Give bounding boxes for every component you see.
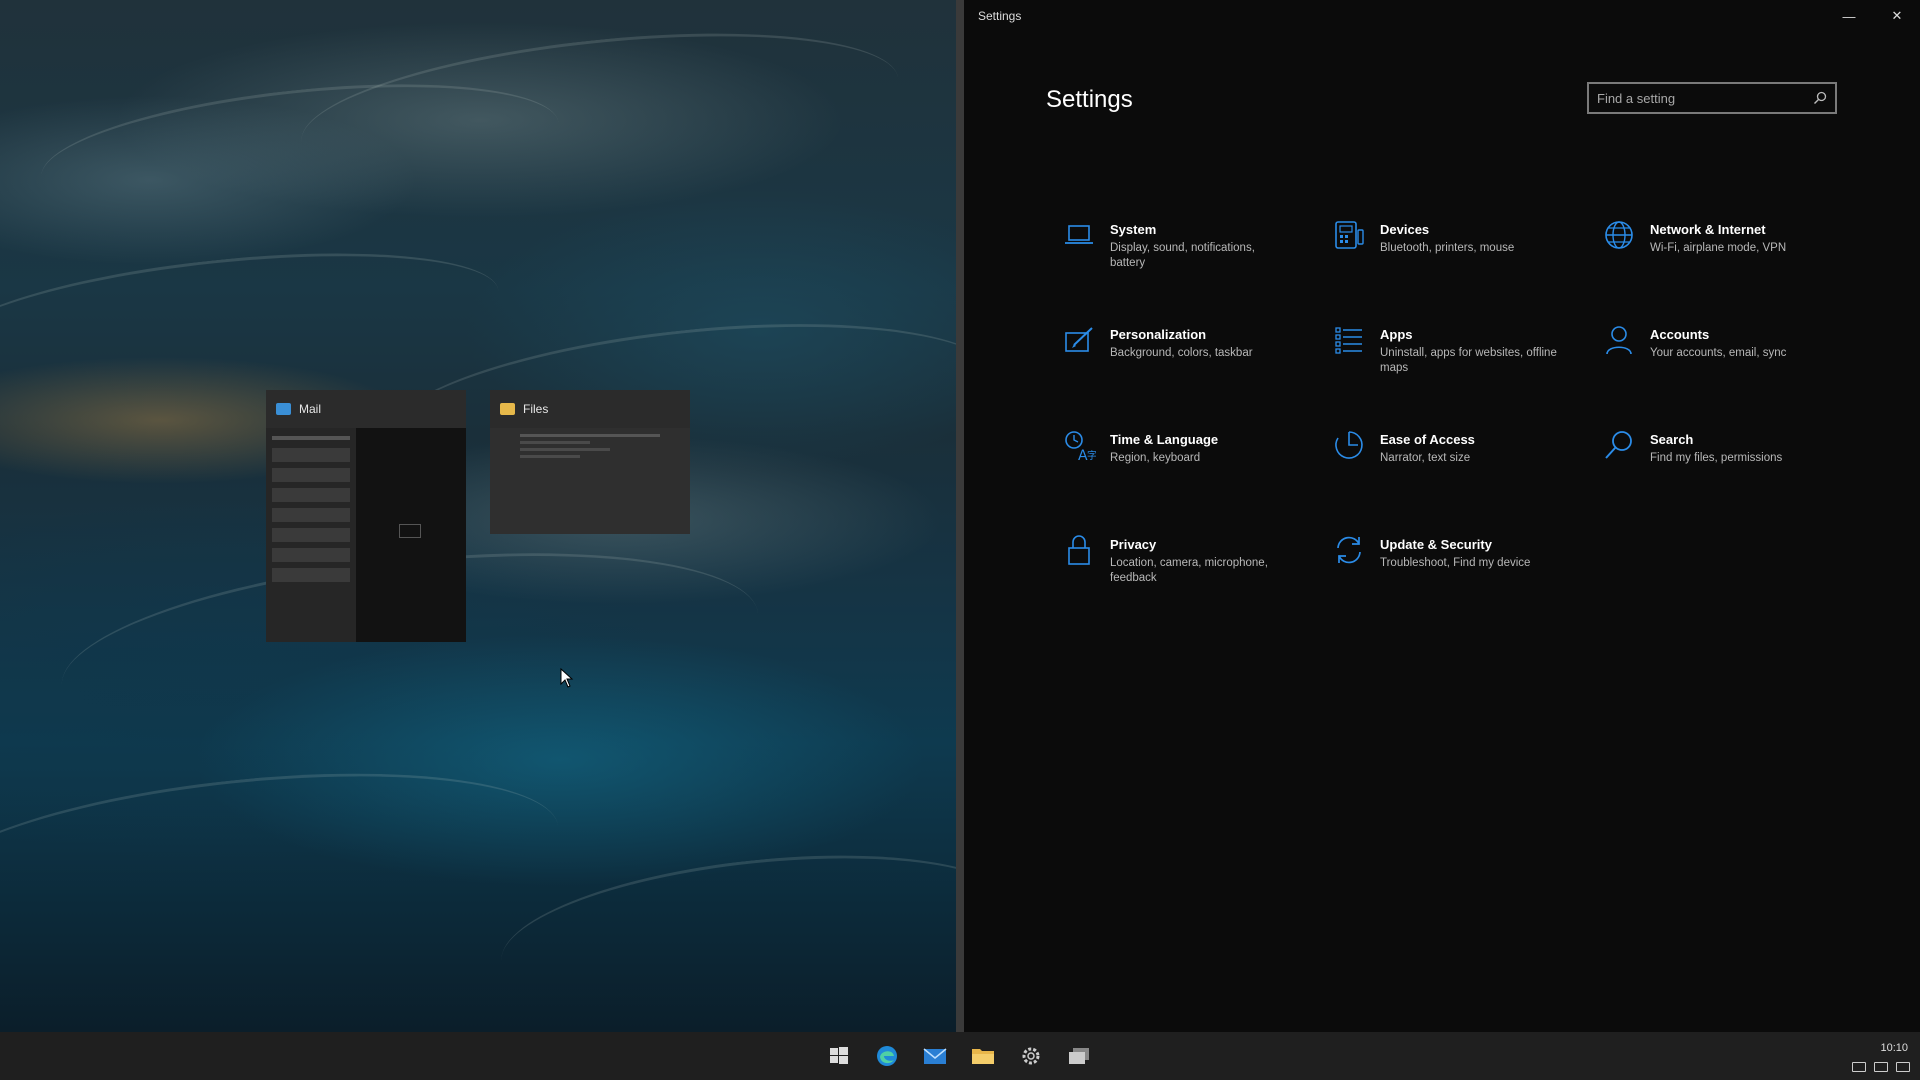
category-devices[interactable]: Devices Bluetooth, printers, mouse: [1332, 218, 1592, 290]
category-description: Location, camera, microphone, feedback: [1110, 557, 1268, 584]
category-name: Apps: [1380, 327, 1413, 342]
category-time-language[interactable]: A字 Time & Language Region, keyboard: [1062, 428, 1322, 500]
file-explorer-icon[interactable]: [965, 1038, 1001, 1074]
paintbrush-icon: [1062, 323, 1096, 357]
category-name: Time & Language: [1110, 432, 1219, 447]
system-clock[interactable]: 10:10: [1880, 1042, 1908, 1054]
task-view-icon[interactable]: [1061, 1038, 1097, 1074]
category-name: Accounts: [1650, 327, 1710, 342]
apps-list-icon: [1332, 323, 1366, 357]
sync-icon: [1332, 533, 1366, 567]
mail-app-icon[interactable]: [917, 1038, 953, 1074]
mail-icon: [276, 403, 291, 415]
category-update-security[interactable]: Update & Security Troubleshoot, Find my …: [1332, 533, 1592, 605]
page-title: Settings: [1046, 86, 1133, 113]
volume-icon[interactable]: [1874, 1062, 1888, 1072]
snap-divider[interactable]: [956, 0, 964, 1032]
category-name: Network & Internet: [1650, 222, 1766, 237]
category-description: Uninstall, apps for websites, offline ma…: [1380, 347, 1557, 374]
category-description: Region, keyboard: [1110, 452, 1201, 464]
lock-icon: [1062, 533, 1096, 567]
globe-icon: [1602, 218, 1636, 252]
files-preview: [490, 428, 690, 534]
folder-icon: [500, 403, 515, 415]
search-icon: [1602, 428, 1636, 462]
minimize-button[interactable]: —: [1826, 0, 1872, 32]
category-name: Update & Security: [1380, 537, 1492, 552]
category-privacy[interactable]: Privacy Location, camera, microphone, fe…: [1062, 533, 1322, 605]
desktop-wallpaper: Mail Files: [0, 0, 956, 1032]
window-title: Settings: [978, 9, 1022, 23]
category-description: Bluetooth, printers, mouse: [1380, 242, 1515, 254]
title-bar[interactable]: Settings: [964, 0, 1920, 32]
category-name: Personalization: [1110, 327, 1207, 342]
category-search[interactable]: Search Find my files, permissions: [1602, 428, 1862, 500]
category-name: Devices: [1380, 222, 1430, 237]
category-description: Your accounts, email, sync: [1650, 347, 1787, 359]
category-ease-of-access[interactable]: Ease of Access Narrator, text size: [1332, 428, 1592, 500]
time-language-icon: A字: [1062, 428, 1097, 464]
network-icon[interactable]: [1852, 1062, 1866, 1072]
category-description: Wi-Fi, airplane mode, VPN: [1650, 242, 1787, 254]
devices-icon: [1332, 218, 1366, 252]
category-description: Troubleshoot, Find my device: [1380, 557, 1531, 569]
category-name: Search: [1650, 432, 1694, 447]
windows-start-icon[interactable]: [821, 1038, 857, 1074]
category-description: Display, sound, notifications, battery: [1110, 242, 1255, 269]
mail-preview: [266, 428, 466, 642]
laptop-icon: [1062, 218, 1096, 252]
category-description: Narrator, text size: [1380, 452, 1471, 464]
search-box[interactable]: [1587, 82, 1837, 114]
category-description: Background, colors, taskbar: [1110, 347, 1253, 359]
snap-thumbnail-mail[interactable]: Mail: [266, 390, 466, 642]
svg-text:字: 字: [1087, 449, 1096, 462]
settings-window: Settings — ✕ Settings System Display, so…: [964, 0, 1920, 1032]
category-name: Ease of Access: [1380, 432, 1475, 447]
category-accounts[interactable]: Accounts Your accounts, email, sync: [1602, 323, 1862, 395]
category-personalization[interactable]: Personalization Background, colors, task…: [1062, 323, 1322, 395]
system-tray[interactable]: [1852, 1062, 1910, 1072]
search-input[interactable]: [1597, 90, 1813, 106]
category-name: Privacy: [1110, 537, 1157, 552]
taskbar: 10:10: [0, 1032, 1920, 1080]
close-button[interactable]: ✕: [1874, 0, 1920, 32]
category-system[interactable]: System Display, sound, notifications, ba…: [1062, 218, 1322, 290]
person-icon: [1602, 323, 1636, 357]
category-name: System: [1110, 222, 1157, 237]
thumbnail-title-files: Files: [523, 402, 549, 416]
thumbnail-title-mail: Mail: [299, 402, 322, 416]
mouse-cursor: [560, 668, 574, 688]
category-network-internet[interactable]: Network & Internet Wi-Fi, airplane mode,…: [1602, 218, 1862, 290]
edge-browser-icon[interactable]: [869, 1038, 905, 1074]
category-description: Find my files, permissions: [1650, 452, 1783, 464]
settings-gear-icon[interactable]: [1013, 1038, 1049, 1074]
search-icon[interactable]: [1813, 91, 1827, 105]
snap-thumbnail-files[interactable]: Files: [490, 390, 690, 534]
category-apps[interactable]: Apps Uninstall, apps for websites, offli…: [1332, 323, 1592, 395]
ease-of-access-icon: [1332, 428, 1366, 462]
battery-icon[interactable]: [1896, 1062, 1910, 1072]
